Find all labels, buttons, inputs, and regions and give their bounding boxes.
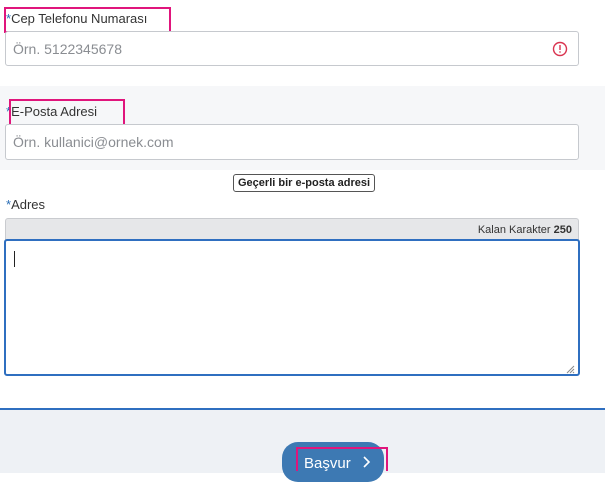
phone-placeholder: Örn. 5122345678 — [13, 40, 122, 57]
submit-button-highlight — [296, 447, 388, 471]
counter-label: Kalan Karakter — [477, 224, 551, 236]
address-textarea[interactable] — [4, 239, 580, 376]
email-input[interactable]: Örn. kullanici@ornek.com — [5, 124, 579, 160]
address-label-text: Adres — [11, 197, 46, 212]
character-counter: Kalan Karakter 250 — [5, 218, 579, 240]
email-label-highlight — [9, 99, 125, 126]
exclamation-circle-icon — [552, 41, 568, 57]
address-label: *Adres — [6, 197, 45, 212]
counter-value: 250 — [553, 224, 572, 236]
phone-input[interactable]: Örn. 5122345678 — [5, 31, 579, 66]
email-placeholder: Örn. kullanici@ornek.com — [13, 134, 174, 150]
resize-handle-icon[interactable] — [565, 361, 575, 374]
phone-label-highlight — [4, 7, 171, 33]
text-caret — [14, 251, 15, 267]
email-validation-tooltip: Geçerli bir e-posta adresi — [233, 174, 376, 192]
